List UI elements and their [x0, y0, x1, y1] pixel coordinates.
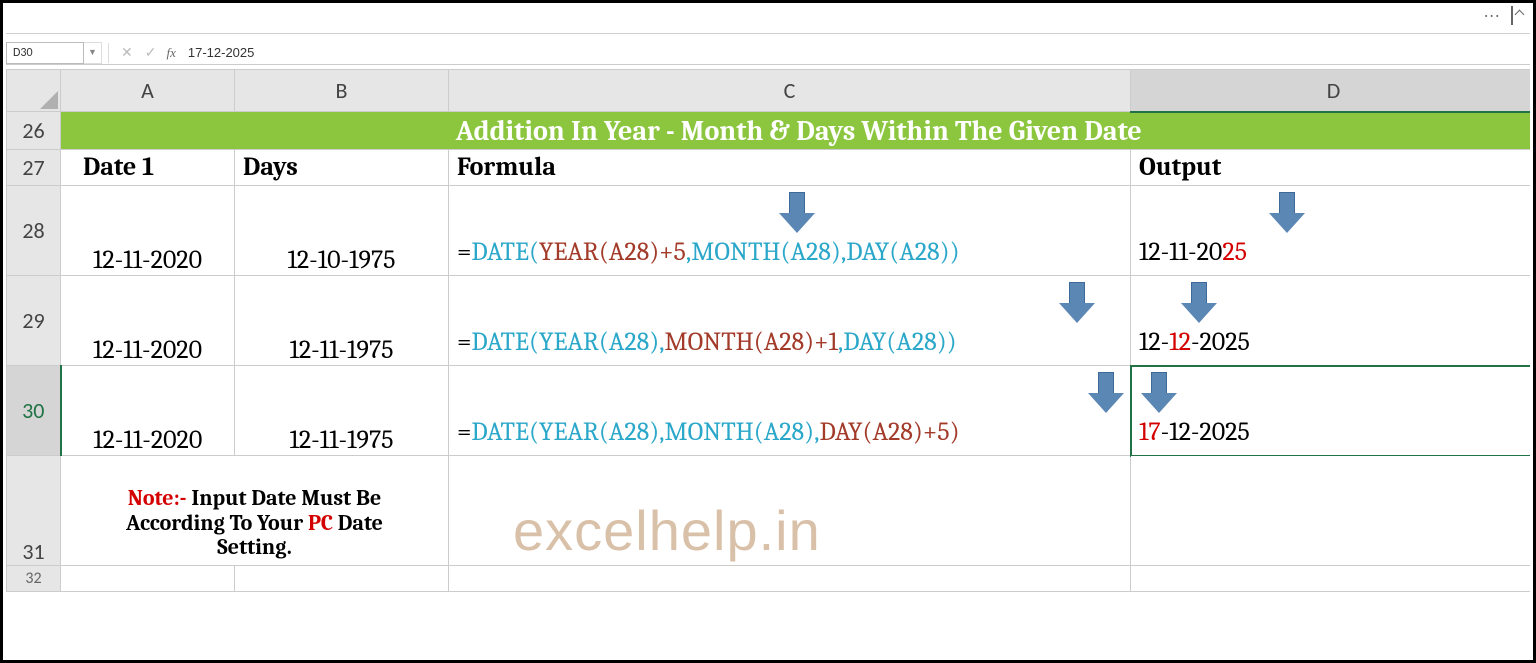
- formula-part: YEAR(A28): [539, 417, 659, 447]
- output-part: -12-2025: [1161, 417, 1250, 447]
- formula-part: =: [457, 417, 471, 447]
- formula-part: MONTH(A28): [665, 417, 815, 447]
- name-box-dropdown-icon[interactable]: ▼: [84, 42, 102, 64]
- formula-part: DAY(A28)): [846, 237, 959, 267]
- more-options-icon[interactable]: ···: [1484, 7, 1501, 24]
- toolbar-divider: [6, 33, 1530, 34]
- header-formula[interactable]: Formula: [449, 150, 1131, 186]
- row-header-28[interactable]: 28: [7, 186, 61, 276]
- col-header-c[interactable]: C: [449, 70, 1131, 112]
- arrow-down-icon: [1141, 372, 1177, 416]
- cell-d31[interactable]: [1131, 456, 1531, 566]
- cell-c32[interactable]: [449, 566, 1131, 592]
- formula-bar-row: D30 ▼ ✕ ✓ fx: [6, 41, 1530, 65]
- output-part: 17: [1139, 417, 1161, 447]
- name-box[interactable]: D30: [6, 42, 84, 64]
- cell-d28[interactable]: 12-11-2025: [1131, 186, 1531, 276]
- arrow-down-icon: [1269, 192, 1305, 236]
- col-header-b[interactable]: B: [235, 70, 449, 112]
- fx-icon[interactable]: fx: [162, 45, 183, 61]
- arrow-down-icon: [1088, 372, 1124, 416]
- cell-a30[interactable]: 12-11-2020: [61, 366, 235, 456]
- cell-a29[interactable]: 12-11-2020: [61, 276, 235, 366]
- cell-a28[interactable]: 12-11-2020: [61, 186, 235, 276]
- title-cell[interactable]: Addition In Year - Month & Days Within T…: [61, 112, 1531, 150]
- row-header-32[interactable]: 32: [7, 566, 61, 592]
- row-header-30[interactable]: 30: [7, 366, 61, 456]
- arrow-down-icon: [1059, 282, 1095, 326]
- row-header-27[interactable]: 27: [7, 150, 61, 186]
- cell-b28[interactable]: 12-10-1975: [235, 186, 449, 276]
- output-part: 12: [1169, 327, 1191, 357]
- cell-d29[interactable]: 12-12-2025: [1131, 276, 1531, 366]
- formula-input[interactable]: [184, 42, 1530, 64]
- output-part: -2025: [1191, 327, 1250, 357]
- divider: [108, 43, 109, 63]
- cell-c30[interactable]: =DATE(YEAR(A28),MONTH(A28),DAY(A28)+5): [449, 366, 1131, 456]
- cell-d32[interactable]: [1131, 566, 1531, 592]
- note-label: Note:-: [128, 485, 187, 511]
- formula-part: =: [457, 237, 471, 267]
- row-header-26[interactable]: 26: [7, 112, 61, 150]
- col-header-d[interactable]: D: [1131, 70, 1531, 112]
- note-text: Setting.: [217, 534, 292, 560]
- spreadsheet-grid: A B C D 26 Addition In Year - Month & Da…: [6, 69, 1530, 657]
- row-header-29[interactable]: 29: [7, 276, 61, 366]
- accept-icon[interactable]: ✓: [139, 44, 163, 61]
- formula-part: YEAR(A28): [539, 327, 659, 357]
- header-date1[interactable]: Date 1: [61, 150, 235, 186]
- select-all-corner[interactable]: [7, 70, 61, 112]
- formula-part: DAY(A28)): [843, 327, 956, 357]
- note-text: PC: [308, 510, 333, 536]
- cell-b32[interactable]: [235, 566, 449, 592]
- formula-part: DATE(: [471, 417, 539, 447]
- cell-c29[interactable]: =DATE(YEAR(A28),MONTH(A28)+1,DAY(A28)): [449, 276, 1131, 366]
- arrow-down-icon: [779, 192, 815, 236]
- note-text: Input Date Must Be: [187, 485, 382, 511]
- cell-c31[interactable]: [449, 456, 1131, 566]
- row-header-31[interactable]: 31: [7, 456, 61, 566]
- cell-c28[interactable]: =DATE(YEAR(A28)+5,MONTH(A28),DAY(A28)): [449, 186, 1131, 276]
- output-part: 12-11-20: [1139, 237, 1222, 267]
- cancel-icon[interactable]: ✕: [115, 44, 139, 61]
- column-header-row: A B C D: [7, 70, 1531, 112]
- header-output[interactable]: Output: [1131, 150, 1531, 186]
- cell-a32[interactable]: [61, 566, 235, 592]
- formula-part: DATE(: [471, 327, 539, 357]
- output-part: 25: [1222, 237, 1247, 267]
- share-icon[interactable]: [1511, 7, 1513, 24]
- cell-b30[interactable]: 12-11-1975: [235, 366, 449, 456]
- formula-part: DAY(A28)+5): [819, 417, 959, 447]
- formula-part: =: [457, 327, 471, 357]
- note-cell[interactable]: Note:- Input Date Must Be According To Y…: [61, 456, 449, 566]
- formula-part: MONTH(A28)+1: [665, 327, 838, 357]
- formula-part: MONTH(A28): [691, 237, 841, 267]
- note-text: According To Your: [126, 510, 308, 536]
- cell-b29[interactable]: 12-11-1975: [235, 276, 449, 366]
- cell-d30[interactable]: 17-12-2025: [1131, 366, 1531, 456]
- arrow-down-icon: [1181, 282, 1217, 326]
- header-days[interactable]: Days: [235, 150, 449, 186]
- formula-part: DATE(: [471, 237, 539, 267]
- note-text: Date: [333, 510, 383, 536]
- formula-part: YEAR(A28)+5: [539, 237, 686, 267]
- col-header-a[interactable]: A: [61, 70, 235, 112]
- output-part: 12-: [1139, 327, 1169, 357]
